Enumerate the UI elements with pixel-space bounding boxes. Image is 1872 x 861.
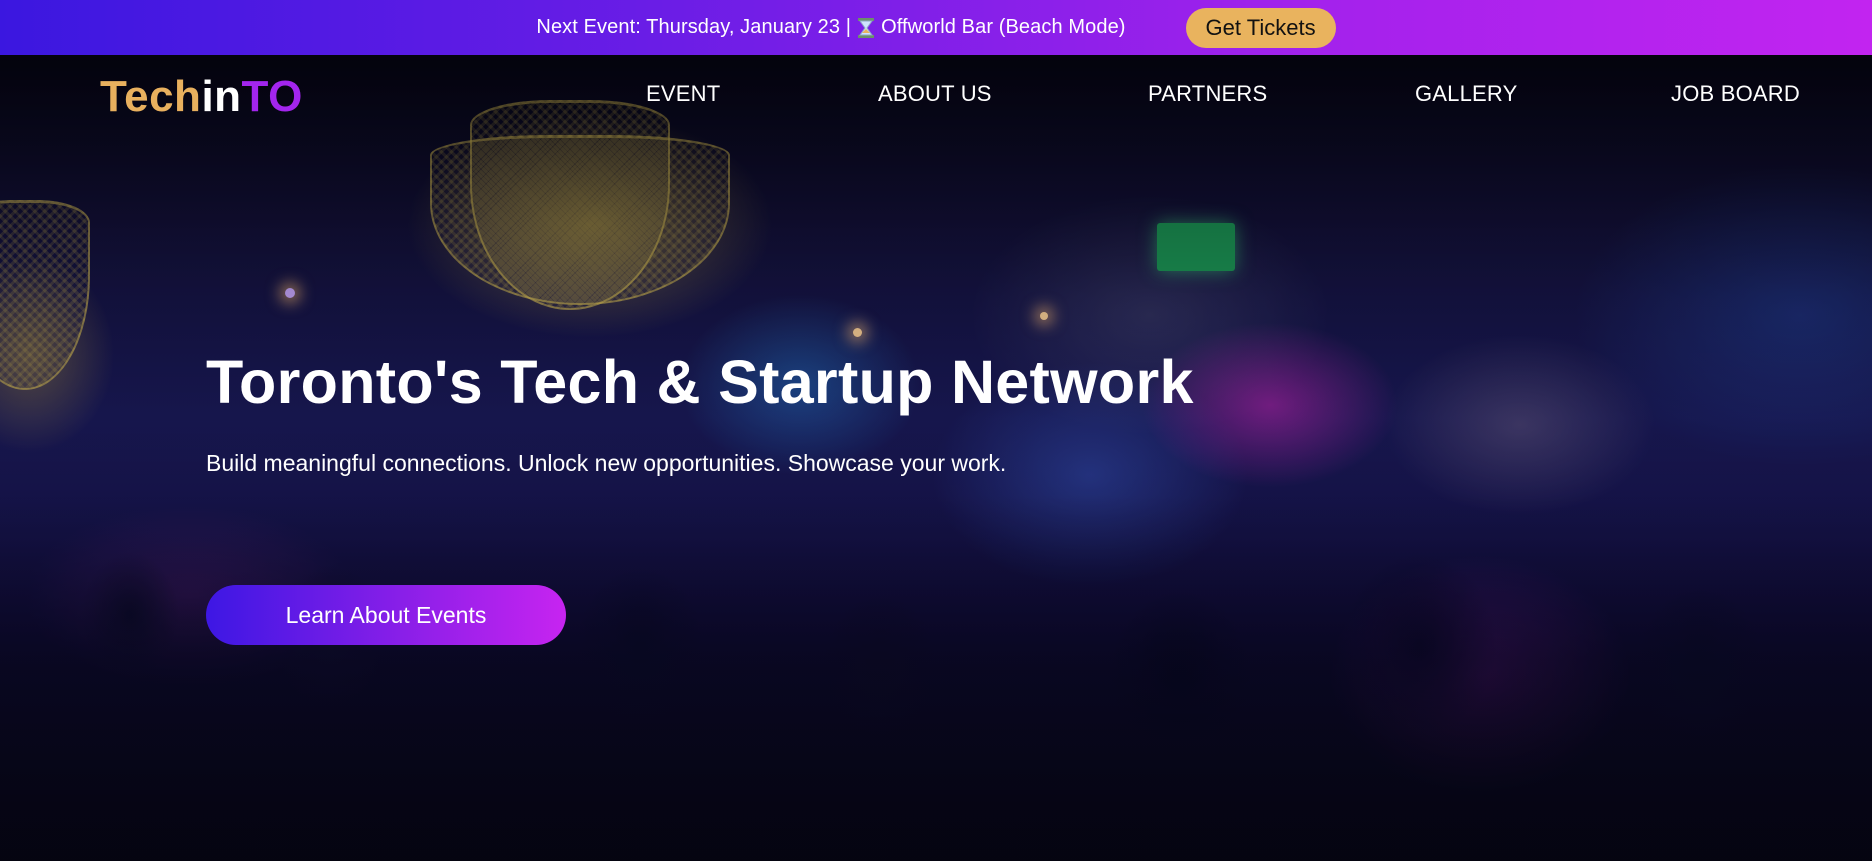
announcement-bar: Next Event: Thursday, January 23 | Offwo… <box>0 0 1872 55</box>
main-nav: TechinTO EVENT ABOUT US PARTNERS GALLERY… <box>0 55 1872 135</box>
hero-subtitle: Build meaningful connections. Unlock new… <box>206 450 1007 476</box>
site-logo[interactable]: TechinTO <box>100 72 303 122</box>
logo-text-tech: Tech <box>100 72 202 121</box>
hero-title: Toronto's Tech & Startup Network <box>206 348 1194 416</box>
logo-text-to: TO <box>241 72 303 121</box>
logo-text-in: in <box>201 72 242 121</box>
announcement-date: Next Event: Thursday, January 23 | <box>536 16 852 38</box>
nav-item-event[interactable]: EVENT <box>646 81 720 107</box>
nav-item-job-board[interactable]: JOB BOARD <box>1671 81 1800 107</box>
nav-item-about-us[interactable]: ABOUT US <box>878 81 992 107</box>
nav-item-gallery[interactable]: GALLERY <box>1415 81 1518 107</box>
nav-item-partners[interactable]: PARTNERS <box>1148 81 1267 107</box>
announcement-text: Next Event: Thursday, January 23 | Offwo… <box>536 16 1125 39</box>
learn-about-events-button[interactable]: Learn About Events <box>206 585 566 645</box>
announcement-venue: Offworld Bar (Beach Mode) <box>881 16 1126 38</box>
hourglass-icon <box>858 17 875 38</box>
get-tickets-button[interactable]: Get Tickets <box>1185 7 1336 48</box>
